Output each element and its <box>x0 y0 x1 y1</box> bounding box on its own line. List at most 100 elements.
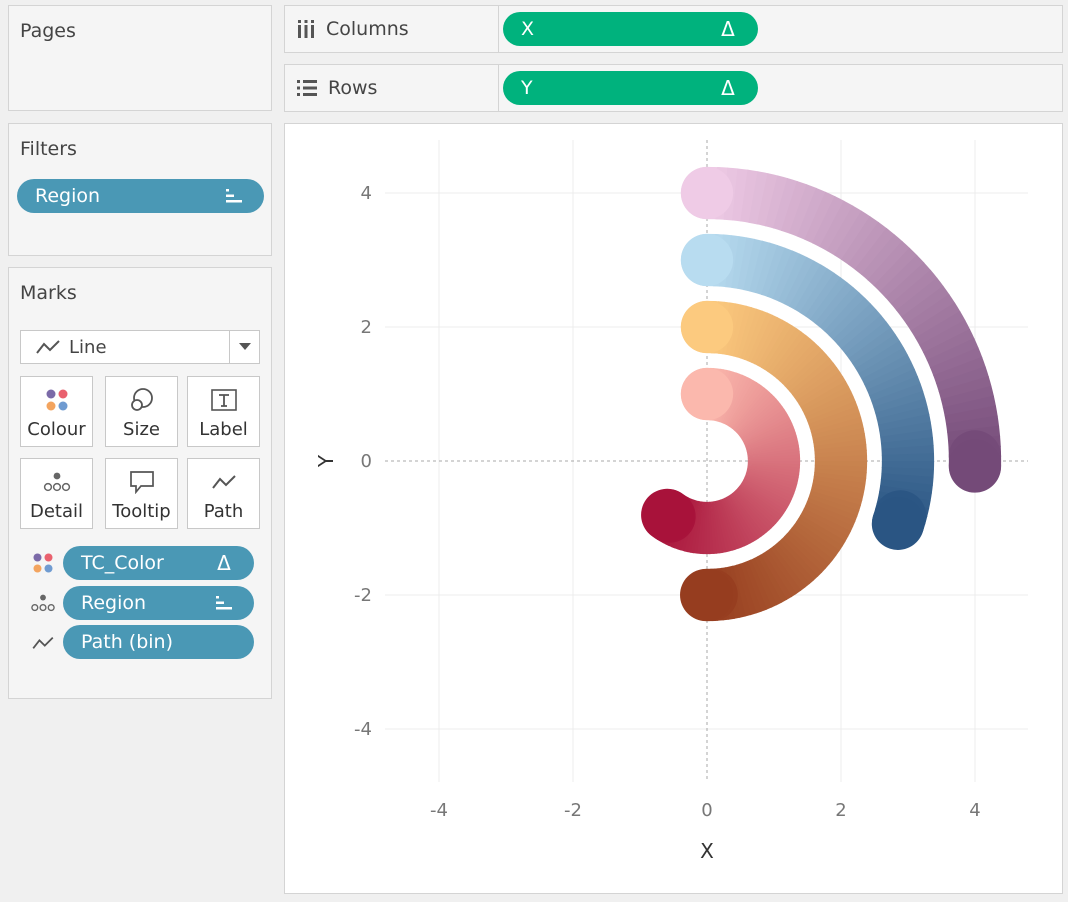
rows-label-text: Rows <box>328 77 378 99</box>
arc-segment <box>910 302 961 339</box>
arc-end-cap <box>948 439 1002 492</box>
columns-shelf[interactable]: Columns X Δ <box>284 5 1063 53</box>
arc-segment <box>860 234 903 281</box>
field-pill-tc-color-label: TC_Color <box>81 552 164 574</box>
arc-segment <box>938 375 992 400</box>
y-tick-label: 0 <box>361 451 372 472</box>
label-button[interactable]: Label <box>187 376 260 447</box>
arc-segment <box>866 368 918 397</box>
arc-segment <box>879 254 925 299</box>
filters-title: Filters <box>20 138 77 160</box>
chevron-down-icon[interactable] <box>229 331 259 363</box>
mark-type-dropdown[interactable]: Line <box>20 330 260 364</box>
path-encoding-icon <box>30 630 56 656</box>
arc-segment <box>772 178 798 231</box>
y-tick-label: 4 <box>361 183 372 204</box>
rows-pill-y[interactable]: Y Δ <box>503 71 758 105</box>
tooltip-button[interactable]: Tooltip <box>105 458 178 529</box>
arc-segment <box>780 180 808 234</box>
arc-segment <box>804 272 842 320</box>
rows-shelf[interactable]: Rows Y Δ <box>284 64 1063 112</box>
size-button[interactable]: Size <box>105 376 178 447</box>
detail-button-label: Detail <box>29 501 84 522</box>
y-axis-title: Y <box>314 454 338 468</box>
x-tick-label: 2 <box>835 800 846 821</box>
arc-segment <box>901 285 950 325</box>
detail-dots-icon <box>43 467 71 497</box>
arc-segment <box>764 175 789 229</box>
arc-segment <box>880 479 933 494</box>
arc-segment <box>851 333 901 369</box>
size-circles-icon <box>129 385 155 415</box>
arc-segment <box>906 293 956 332</box>
x-tick-label: -4 <box>430 800 448 821</box>
arc-segment <box>819 287 860 332</box>
arc-segment <box>743 238 763 292</box>
arc-segment <box>755 242 778 295</box>
field-pill-path-bin[interactable]: Path (bin) <box>63 625 254 659</box>
arc-segment <box>819 200 854 252</box>
arc-start-cap <box>680 367 734 421</box>
radial-arc-chart[interactable]: -4 -2 0 2 4 4 2 0 -2 -4 X Y <box>285 124 1062 893</box>
arc-layer <box>641 166 1002 622</box>
rows-pill-y-label: Y <box>521 77 533 99</box>
arc-segment <box>944 405 998 425</box>
x-tick-label: -2 <box>564 800 582 821</box>
arc-segment <box>880 437 934 450</box>
rows-icon <box>296 79 318 97</box>
arc-segment <box>930 347 983 377</box>
arc-segment <box>731 236 748 289</box>
arc-segment <box>731 168 749 222</box>
arc-segment <box>940 385 994 409</box>
arc-segment <box>836 309 882 350</box>
arc-segment <box>896 277 944 318</box>
arc-start-cap <box>680 233 734 287</box>
delta-icon: Δ <box>721 76 735 100</box>
tooltip-button-label: Tooltip <box>112 501 171 522</box>
arc-segment <box>876 406 930 426</box>
arc-segment <box>832 303 877 345</box>
delta-icon: Δ <box>721 17 735 41</box>
detail-button[interactable]: Detail <box>20 458 93 529</box>
field-pill-tc-color[interactable]: TC_Color Δ <box>63 546 254 580</box>
arc-segment <box>915 311 966 346</box>
arc-segment <box>875 398 928 420</box>
filters-card: Filters Region <box>8 123 272 256</box>
label-text-icon <box>210 385 237 415</box>
columns-shelf-label: Columns <box>285 6 499 52</box>
columns-pill-x[interactable]: X Δ <box>503 12 758 46</box>
x-tick-label: 4 <box>969 800 980 821</box>
colour-button-label: Colour <box>27 419 86 440</box>
viz-pane[interactable]: -4 -2 0 2 4 4 2 0 -2 -4 X Y <box>284 123 1063 894</box>
arc-segment <box>869 375 921 402</box>
arc-segment <box>804 191 836 244</box>
colour-encoding-icon <box>30 550 56 576</box>
filter-pill-label: Region <box>35 185 101 207</box>
arc-segment <box>873 247 918 293</box>
filter-pill-region[interactable]: Region <box>17 179 264 213</box>
arc-segment <box>945 415 1000 433</box>
dimension-discrete-icon <box>222 184 246 208</box>
arc-segment <box>740 169 759 223</box>
arc-segment <box>778 253 808 305</box>
arc-segment <box>840 216 880 265</box>
colour-dots-icon <box>45 385 69 415</box>
field-pill-region[interactable]: Region <box>63 586 254 620</box>
columns-icon <box>296 19 316 39</box>
arc-series-4[interactable] <box>641 367 801 555</box>
arc-segment <box>854 227 896 276</box>
pages-title: Pages <box>20 20 76 42</box>
arc-end-cap <box>641 489 694 542</box>
arc-segment <box>919 319 971 354</box>
arc-segment <box>749 240 771 294</box>
path-button[interactable]: Path <box>187 458 260 529</box>
arc-segment <box>861 354 912 386</box>
rows-shelf-label: Rows <box>285 65 499 111</box>
arc-segment <box>809 277 848 324</box>
y-tick-label: -4 <box>354 719 372 740</box>
colour-button[interactable]: Colour <box>20 376 93 447</box>
arc-segment <box>760 244 786 297</box>
arc-segment <box>923 328 975 361</box>
arc-segment <box>847 221 888 270</box>
arc-segment <box>766 247 793 300</box>
